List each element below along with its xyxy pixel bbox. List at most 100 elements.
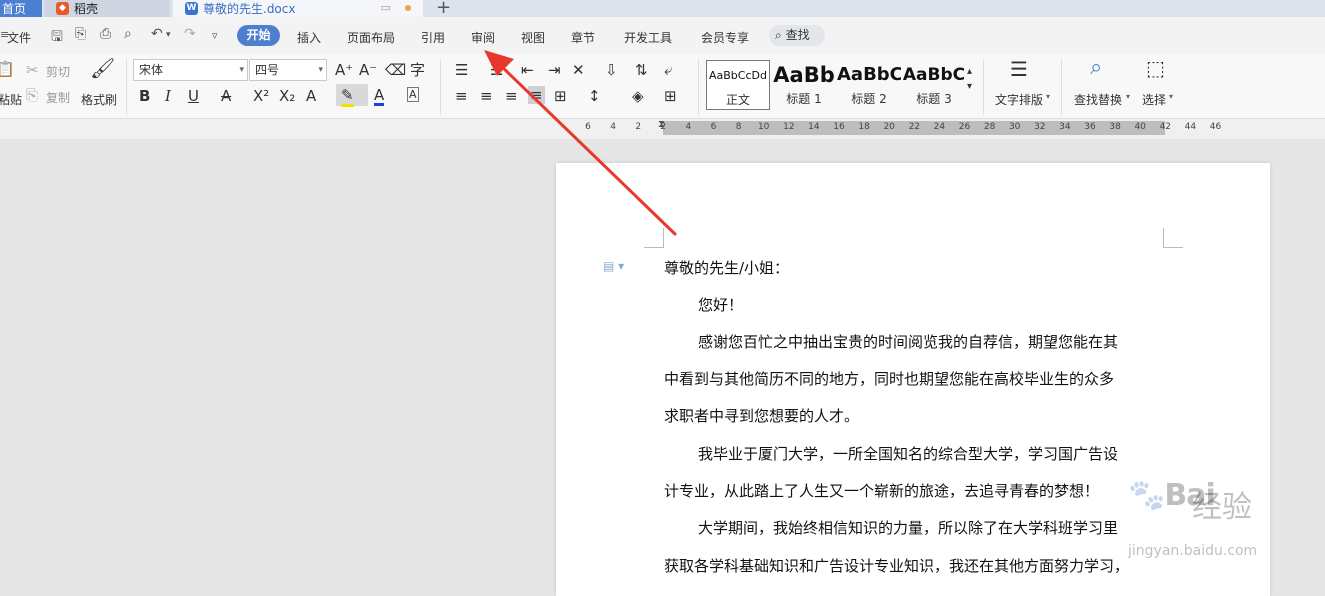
font-name-select[interactable]: 宋体 ▾ bbox=[133, 59, 248, 81]
share-icon[interactable]: ⎘ bbox=[75, 26, 86, 42]
search-command-button[interactable]: ⌕ 查找 bbox=[769, 25, 825, 46]
style-heading-3[interactable]: AaBbC 标题 3 bbox=[902, 60, 966, 110]
ruler-tick-label: 16 bbox=[833, 122, 845, 132]
subscript-icon[interactable]: X₂ bbox=[279, 87, 295, 105]
shrink-font-icon[interactable]: A⁻ bbox=[359, 61, 377, 79]
sort-icon[interactable]: ⇅ bbox=[635, 61, 648, 79]
superscript-icon[interactable]: X² bbox=[253, 87, 269, 105]
ruler-tick-label: 36 bbox=[1084, 122, 1096, 132]
doc-line[interactable]: 大学期间，我始终相信知识的力量，所以除了在大学科班学习里 bbox=[698, 517, 1118, 538]
text-layout-icon[interactable]: ☰ bbox=[1010, 59, 1028, 79]
select-cursor-icon[interactable]: ⬚ bbox=[1146, 58, 1165, 78]
undo-icon[interactable]: ↶ bbox=[151, 26, 163, 42]
tab-devtools[interactable]: 开发工具 bbox=[624, 29, 672, 46]
search-label: 查找 bbox=[785, 28, 810, 42]
copy-button[interactable]: 复制 bbox=[46, 89, 70, 106]
ruler-tick-label: 14 bbox=[808, 122, 820, 132]
tab-insert[interactable]: 插入 bbox=[297, 29, 321, 46]
doc-line[interactable]: 求职者中寻到您想要的人才。 bbox=[664, 405, 859, 426]
tab-daoke[interactable]: ◆ 稻壳 bbox=[44, 0, 170, 17]
menu-file[interactable]: 文件 bbox=[7, 29, 31, 46]
decrease-indent-icon[interactable]: ⇤ bbox=[521, 61, 534, 79]
align-left-icon[interactable]: ≡ bbox=[455, 87, 468, 105]
monitor-icon[interactable]: ▭ bbox=[381, 1, 391, 14]
style-normal[interactable]: AaBbCcDd 正文 bbox=[706, 60, 770, 110]
redo-icon[interactable]: ↷ bbox=[184, 26, 196, 42]
text-direction-icon[interactable]: ⇩ bbox=[605, 61, 618, 79]
document-page[interactable]: ▤ ▾ 尊敬的先生/小姐： 您好！ 感谢您百忙之中抽出宝贵的时间阅览我的自荐信，… bbox=[556, 163, 1270, 596]
tab-review[interactable]: 审阅 bbox=[471, 29, 495, 46]
style-heading-2[interactable]: AaBbC 标题 2 bbox=[837, 60, 901, 110]
doc-line[interactable]: 计专业，从此踏上了人生又一个崭新的旅途，去追寻青春的梦想！ bbox=[664, 480, 1099, 501]
select-button[interactable]: 选择 bbox=[1142, 91, 1166, 108]
copy-icon[interactable]: ⎘ bbox=[26, 86, 38, 104]
format-painter-label[interactable]: 格式刷 bbox=[81, 91, 117, 108]
paste-label[interactable]: 粘贴 bbox=[0, 91, 22, 108]
tab-home[interactable]: 首页 bbox=[0, 0, 42, 17]
tab-view[interactable]: 视图 bbox=[521, 29, 545, 46]
tab-member[interactable]: 会员专享 bbox=[701, 29, 749, 46]
clear-format-icon[interactable]: ⌫ bbox=[385, 61, 406, 79]
ribbon-divider bbox=[126, 59, 127, 115]
save-icon[interactable]: 🖫 bbox=[51, 26, 63, 50]
print-preview-icon[interactable]: ⌕ bbox=[124, 26, 132, 42]
doc-line[interactable]: 我毕业于厦门大学，一所全国知名的综合型大学，学习国广告设 bbox=[698, 443, 1118, 464]
char-border-icon[interactable]: A bbox=[407, 87, 419, 102]
line-spacing-icon[interactable]: ↕ bbox=[588, 87, 601, 105]
strikethrough-icon[interactable]: A bbox=[221, 87, 231, 105]
grow-font-icon[interactable]: A⁺ bbox=[335, 61, 353, 79]
justify-icon[interactable]: ≡ bbox=[528, 86, 545, 104]
customize-dropdown-icon[interactable]: ▿ bbox=[212, 29, 218, 42]
style-heading-2-name: 标题 2 bbox=[851, 92, 887, 106]
highlight-button[interactable]: ✎ bbox=[336, 84, 368, 107]
ruler-tick-label: 38 bbox=[1109, 122, 1121, 132]
ruler-tick-label: 24 bbox=[933, 122, 946, 132]
word-doc-icon: W bbox=[185, 2, 198, 15]
new-tab-button[interactable]: + bbox=[436, 0, 451, 18]
format-painter-icon[interactable]: 🖌 bbox=[90, 58, 115, 78]
tab-home-label: 首页 bbox=[2, 2, 27, 16]
font-size-select[interactable]: 四号 ▾ bbox=[249, 59, 327, 81]
scissors-icon[interactable]: ✂ bbox=[26, 61, 39, 79]
tab-chapter[interactable]: 章节 bbox=[571, 29, 595, 46]
menu-bar: ≡ 文件 🖫 ⎘ ⎙ ⌕ ↶ ▾ ↷ ▿ 开始 插入 页面布局 引用 审阅 视图… bbox=[0, 17, 1325, 55]
shading-icon[interactable]: ◈ bbox=[632, 87, 644, 105]
cut-button[interactable]: 剪切 bbox=[46, 63, 70, 80]
underline-icon[interactable]: U bbox=[188, 87, 199, 105]
styles-scroll-down-icon[interactable]: ▾ bbox=[967, 78, 972, 96]
increase-indent-icon[interactable]: ⇥ bbox=[548, 61, 561, 79]
tab-reference[interactable]: 引用 bbox=[421, 29, 445, 46]
font-color-icon[interactable]: A bbox=[374, 87, 385, 106]
align-right-icon[interactable]: ≡ bbox=[505, 87, 518, 105]
distributed-icon[interactable]: ⊞ bbox=[554, 87, 567, 105]
font-size-value: 四号 bbox=[255, 63, 280, 77]
undo-dropdown-icon[interactable]: ▾ bbox=[166, 30, 171, 40]
tab-page-layout[interactable]: 页面布局 bbox=[347, 29, 395, 46]
bullet-list-icon[interactable]: ☰ bbox=[455, 61, 468, 79]
magnifier-icon[interactable]: ⌕ bbox=[1090, 57, 1102, 79]
ruler-tick-label: 32 bbox=[1034, 122, 1046, 132]
text-effect-icon[interactable]: A bbox=[306, 87, 316, 105]
borders-icon[interactable]: ⊞ bbox=[664, 87, 677, 105]
paste-icon[interactable]: 📋 bbox=[0, 60, 15, 78]
tab-document[interactable]: W 尊敬的先生.docx ▭ bbox=[173, 0, 423, 17]
chinese-layout-icon[interactable]: ✕ bbox=[572, 61, 585, 79]
doc-line[interactable]: 您好！ bbox=[698, 294, 743, 315]
print-icon[interactable]: ⎙ bbox=[100, 26, 111, 42]
phonetic-guide-icon[interactable]: 字 bbox=[410, 61, 425, 79]
bold-icon[interactable]: B bbox=[139, 87, 150, 105]
text-layout-button[interactable]: 文字排版 bbox=[995, 91, 1043, 108]
align-center-icon[interactable]: ≡ bbox=[480, 87, 493, 105]
tab-start[interactable]: 开始 bbox=[237, 25, 280, 46]
doc-line[interactable]: 中看到与其他简历不同的地方，同时也期望您能在高校毕业生的众多 bbox=[664, 368, 1114, 389]
doc-line[interactable]: 感谢您百忙之中抽出宝贵的时间阅览我的自荐信，期望您能在其 bbox=[698, 331, 1118, 352]
show-marks-icon[interactable]: ⤶ bbox=[664, 61, 672, 79]
doc-line[interactable]: 尊敬的先生/小姐： bbox=[664, 257, 789, 278]
italic-icon[interactable]: I bbox=[165, 87, 171, 105]
paragraph-menu-icon[interactable]: ▤ ▾ bbox=[603, 259, 624, 273]
doc-line[interactable]: 获取各学科基础知识和广告设计专业知识，我还在其他方面努力学习， bbox=[664, 555, 1129, 576]
horizontal-ruler[interactable]: ⧗ 6 4 2 2 4 6 8 10 12 14 16 18 20 22 24 26 28 30 32 34 36 38 4… bbox=[0, 119, 1325, 139]
numbered-list-icon[interactable]: ☷ bbox=[490, 61, 503, 79]
style-heading-1[interactable]: AaBb 标题 1 bbox=[772, 60, 836, 110]
find-replace-button[interactable]: 查找替换 bbox=[1074, 91, 1122, 108]
